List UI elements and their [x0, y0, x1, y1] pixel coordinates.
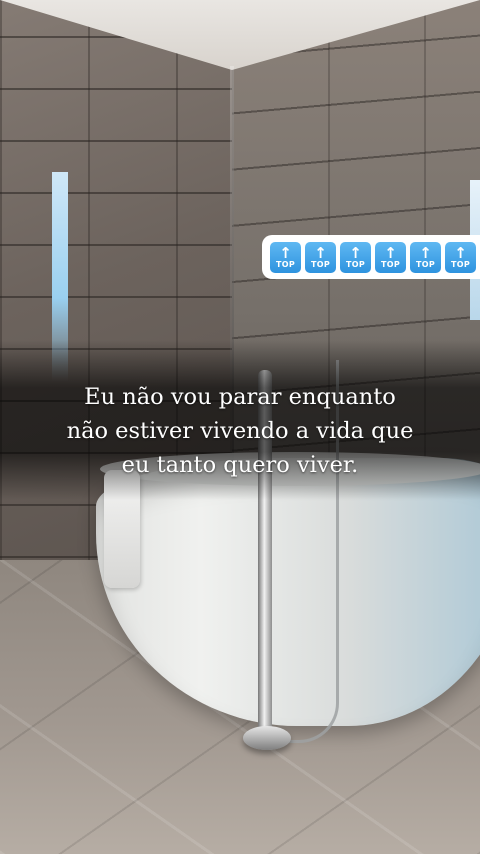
top-arrow-icon: ↑ TOP	[270, 241, 301, 273]
up-arrow-icon: ↑	[384, 243, 397, 262]
motivational-caption: Eu não vou parar enquanto não estiver vi…	[20, 380, 460, 482]
badge-label: TOP	[450, 259, 471, 269]
up-arrow-icon: ↑	[454, 243, 467, 262]
caption-line: eu tanto quero viver.	[121, 452, 359, 478]
top-arrow-icon: ↑ TOP	[340, 241, 371, 273]
top-arrow-icon: ↑ TOP	[410, 241, 441, 273]
up-arrow-icon: ↑	[279, 243, 292, 262]
up-arrow-icon: ↑	[314, 243, 327, 262]
top-arrow-icon: ↑ TOP	[305, 241, 336, 273]
badge-label: TOP	[415, 259, 436, 269]
badge-label: TOP	[310, 259, 331, 269]
badge-label: TOP	[275, 259, 296, 269]
up-arrow-icon: ↑	[419, 243, 432, 262]
up-arrow-icon: ↑	[349, 243, 362, 262]
top-arrow-icon: ↑ TOP	[375, 241, 406, 273]
top-arrow-icon: ↑ TOP	[445, 241, 476, 273]
badge-label: TOP	[345, 259, 366, 269]
badge-label: TOP	[380, 259, 401, 269]
top-emoji-sticker: ↑ TOP ↑ TOP ↑ TOP ↑ TOP ↑ TOP ↑ TOP	[262, 235, 480, 279]
caption-line: Eu não vou parar enquanto	[84, 384, 396, 410]
faucet-base	[243, 726, 291, 750]
caption-line: não estiver vivendo a vida que	[66, 418, 414, 444]
